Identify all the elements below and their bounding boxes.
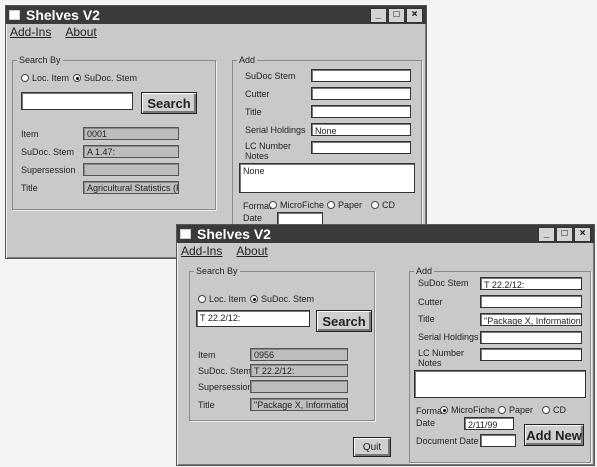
format-label: Format — [243, 201, 272, 211]
close-icon[interactable]: × — [574, 226, 591, 242]
item-label: Item — [198, 350, 216, 360]
document-date-label: Document Date — [416, 436, 479, 446]
quit-button[interactable]: Quit — [353, 437, 391, 457]
menu-add-ins[interactable]: Add-Ins — [181, 244, 222, 258]
add-serial-label: Serial Holdings — [245, 125, 306, 135]
add-sudoc-label: SuDoc Stem — [245, 71, 296, 81]
title-value: Agricultural Statistics (P) — [83, 181, 179, 194]
format-paper-radio[interactable]: Paper — [498, 405, 533, 415]
minimize-icon[interactable]: _ — [538, 226, 555, 242]
supersession-value — [250, 380, 348, 393]
radio-selected-icon — [250, 295, 258, 303]
item-value: 0956 — [250, 348, 348, 361]
radio-sudoc-stem[interactable]: SuDoc. Stem — [250, 294, 314, 304]
sudoc-stem-label: SuDoc. Stem — [198, 366, 252, 376]
format-cd-radio[interactable]: CD — [371, 200, 395, 210]
add-lc-label: LC Number — [245, 141, 292, 151]
back-window-title: Shelves V2 — [26, 7, 100, 23]
sudoc-stem-value: A 1.47: — [83, 145, 179, 158]
add-lc-label: LC Number — [418, 348, 465, 358]
add-sudoc-label: SuDoc Stem — [418, 278, 469, 288]
supersession-value — [83, 163, 179, 176]
radio-icon — [371, 201, 379, 209]
maximize-icon[interactable]: □ — [556, 226, 573, 242]
supersession-label: Supersession — [21, 165, 76, 175]
add-serial-label: Serial Holdings — [418, 332, 479, 342]
back-window: Shelves V2 _ □ × Add-Ins About Search By… — [5, 5, 427, 259]
front-add-group: Add SuDoc Stem T 22.2/12: Cutter Title "… — [409, 265, 591, 463]
add-serial-input[interactable] — [480, 331, 582, 344]
front-search-group: Search By Loc. Item SuDoc. Stem T 22.2/1… — [189, 265, 375, 421]
radio-icon — [269, 201, 277, 209]
add-notes-label: Notes — [418, 358, 442, 368]
document-date-input[interactable] — [480, 434, 516, 447]
front-window: Shelves V2 _ □ × Add-Ins About Search By… — [176, 224, 595, 466]
add-legend: Add — [414, 265, 435, 277]
add-cutter-label: Cutter — [418, 297, 443, 307]
add-cutter-input[interactable] — [311, 87, 411, 100]
title-label: Title — [21, 183, 38, 193]
title-value: "Package X, Informational — [250, 398, 348, 411]
minimize-icon[interactable]: _ — [370, 7, 387, 23]
back-search-group: Search By Loc. Item SuDoc. Stem Search I… — [12, 54, 216, 210]
add-title-input[interactable]: "Package X, Informational — [480, 313, 582, 326]
add-sudoc-input[interactable] — [311, 69, 411, 82]
system-menu-icon[interactable] — [180, 229, 191, 239]
format-paper-radio[interactable]: Paper — [327, 200, 362, 210]
date-label: Date — [243, 213, 263, 223]
add-lc-input[interactable] — [480, 348, 582, 361]
front-titlebar: Shelves V2 _ □ × — [177, 225, 594, 243]
format-microfiche-radio[interactable]: MicroFiche — [440, 405, 495, 415]
add-notes-input[interactable]: None — [239, 163, 415, 193]
radio-icon — [498, 406, 506, 414]
menu-about[interactable]: About — [236, 244, 267, 258]
add-title-label: Title — [418, 314, 435, 324]
search-input[interactable] — [21, 92, 133, 110]
close-icon[interactable]: × — [406, 7, 423, 23]
add-title-label: Title — [245, 107, 262, 117]
date-label: Date — [416, 418, 436, 428]
search-button[interactable]: Search — [141, 92, 197, 114]
supersession-label: Supersession — [198, 382, 253, 392]
search-input[interactable]: T 22.2/12: — [196, 310, 310, 327]
format-cd-radio[interactable]: CD — [542, 405, 566, 415]
radio-loc-item[interactable]: Loc. Item — [198, 294, 246, 304]
radio-selected-icon — [440, 406, 448, 414]
add-notes-input[interactable] — [414, 370, 586, 398]
add-title-input[interactable] — [311, 105, 411, 118]
sudoc-stem-value: T 22.2/12: — [250, 364, 348, 377]
radio-loc-item[interactable]: Loc. Item — [21, 73, 69, 83]
menu-about[interactable]: About — [65, 25, 96, 39]
radio-selected-icon — [73, 74, 81, 82]
back-menubar: Add-Ins About — [6, 24, 426, 40]
add-notes-label: Notes — [245, 151, 269, 161]
add-cutter-input[interactable] — [480, 295, 582, 308]
format-microfiche-radio[interactable]: MicroFiche — [269, 200, 324, 210]
title-label: Title — [198, 400, 215, 410]
radio-icon — [542, 406, 550, 414]
system-menu-icon[interactable] — [9, 10, 20, 20]
search-button[interactable]: Search — [316, 310, 372, 332]
radio-icon — [327, 201, 335, 209]
radio-icon — [198, 295, 206, 303]
item-label: Item — [21, 129, 39, 139]
add-lc-input[interactable] — [311, 141, 411, 154]
sudoc-stem-label: SuDoc. Stem — [21, 147, 75, 157]
radio-icon — [21, 74, 29, 82]
search-by-legend: Search By — [194, 265, 240, 277]
search-by-legend: Search By — [17, 54, 63, 66]
menu-add-ins[interactable]: Add-Ins — [10, 25, 51, 39]
item-value: 0001 — [83, 127, 179, 140]
front-window-title: Shelves V2 — [197, 226, 271, 242]
date-input[interactable]: 2/11/99 — [464, 417, 514, 430]
add-new-button[interactable]: Add New — [524, 424, 584, 446]
add-legend: Add — [237, 54, 258, 66]
front-menubar: Add-Ins About — [177, 243, 594, 259]
add-cutter-label: Cutter — [245, 89, 270, 99]
back-titlebar: Shelves V2 _ □ × — [6, 6, 426, 24]
add-serial-input[interactable]: None — [311, 123, 411, 136]
radio-sudoc-stem[interactable]: SuDoc. Stem — [73, 73, 137, 83]
maximize-icon[interactable]: □ — [388, 7, 405, 23]
add-sudoc-input[interactable]: T 22.2/12: — [480, 277, 582, 290]
